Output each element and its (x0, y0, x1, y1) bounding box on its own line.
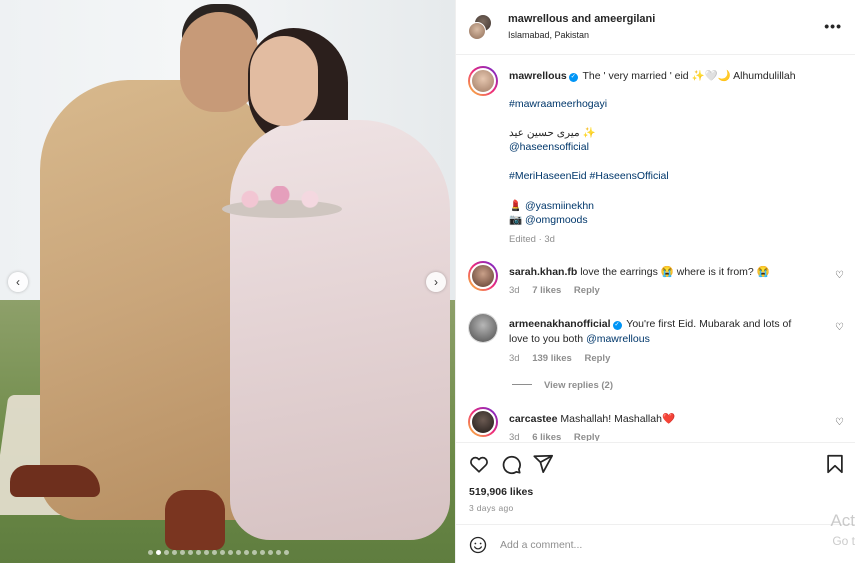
carousel-dot (236, 550, 241, 555)
emoji-icon[interactable] (469, 536, 487, 554)
post-author-title[interactable]: mawrellous and ameergilani (508, 13, 655, 25)
carousel-dot (148, 550, 153, 555)
comment-username[interactable]: armeenakhanofficial (509, 318, 611, 330)
avatar[interactable] (468, 66, 498, 96)
heart-icon[interactable] (468, 453, 490, 475)
caption-credit: 💄 @yasmiinekhn (509, 199, 594, 212)
comment-text: love the earrings 😭 where is it from? 😭 (580, 266, 770, 278)
reply-button[interactable]: Reply (574, 285, 600, 296)
comment-icon[interactable] (500, 453, 522, 475)
view-replies-label: View replies (2) (544, 380, 613, 391)
credit-mention[interactable]: @omgmoods (525, 214, 588, 226)
comment-time: 3d (509, 285, 520, 296)
reply-button[interactable]: Reply (584, 353, 610, 364)
carousel-dot (180, 550, 185, 555)
more-horizontal-icon[interactable]: ••• (824, 18, 842, 34)
camera-icon: 📷 (509, 214, 523, 226)
post-panel: mawrellous and ameergilani Islamabad, Pa… (455, 0, 855, 563)
comment-username[interactable]: sarah.khan.fb (509, 266, 577, 278)
avatar[interactable] (468, 22, 486, 40)
carousel-dot (284, 550, 289, 555)
comment-likes[interactable]: 7 likes (532, 285, 561, 296)
reply-button[interactable]: Reply (574, 432, 600, 441)
heart-icon[interactable]: ♡ (835, 270, 844, 281)
divider (512, 384, 532, 385)
caption-text: The ' very married ' eid ✨🤍🌙 Alhumdulill… (582, 70, 796, 82)
credit-mention[interactable]: @yasmiinekhn (525, 200, 594, 212)
caption-hashtag[interactable]: #mawraameerhogayi (509, 98, 607, 110)
carousel-dot (220, 550, 225, 555)
comment-input[interactable] (500, 535, 800, 555)
comment-text: love to you both (509, 333, 584, 345)
comment-line: carcastee Mashallah! Mashallah❤️ (509, 412, 675, 425)
avatar[interactable] (468, 313, 498, 343)
post-actions (456, 442, 855, 482)
add-comment-bar (456, 524, 855, 563)
send-icon[interactable] (532, 453, 554, 475)
carousel-dot (212, 550, 217, 555)
carousel-dot (204, 550, 209, 555)
carousel-dot (268, 550, 273, 555)
comment-meta: 3d 7 likes Reply (509, 285, 610, 296)
caption-urdu: میری حسین عید ✨ (509, 127, 596, 139)
heart-icon[interactable]: ♡ (835, 417, 844, 428)
comment-username[interactable]: carcastee (509, 413, 557, 425)
carousel-dot (228, 550, 233, 555)
shoe-right (165, 490, 225, 550)
caption-line: mawrellous ✓ The ' very married ' eid ✨🤍🌙… (509, 69, 796, 82)
comment-line: sarah.khan.fb love the earrings 😭 where … (509, 265, 770, 278)
chevron-left-icon[interactable]: ‹ (8, 272, 28, 292)
collab-avatars[interactable] (468, 14, 494, 40)
carousel-dot (260, 550, 265, 555)
caption-hashtags[interactable]: #MeriHaseenEid #HaseensOfficial (509, 170, 669, 182)
post-time: 3 days ago (469, 503, 514, 513)
caption-username[interactable]: mawrellous (509, 70, 567, 82)
comment-time: 3d (509, 353, 520, 364)
carousel-dot (164, 550, 169, 555)
comment-line: armeenakhanofficial ✓ You're first Eid. M… (509, 318, 791, 330)
man-head (180, 12, 258, 112)
carousel-dot (196, 550, 201, 555)
comment-meta: 3d 6 likes Reply (509, 432, 610, 441)
carousel-dot (156, 550, 161, 555)
lipstick-icon: 💄 (509, 200, 523, 212)
woman-figure (230, 120, 450, 540)
shoe-left (10, 465, 100, 497)
heart-icon[interactable]: ♡ (835, 322, 844, 333)
carousel-dot (252, 550, 257, 555)
post-location[interactable]: Islamabad, Pakistan (508, 30, 589, 40)
comment-mention[interactable]: @mawrellous (586, 333, 650, 345)
comment-likes[interactable]: 139 likes (532, 353, 572, 364)
carousel-dot (188, 550, 193, 555)
comment-text: You're first Eid. Mubarak and lots of (626, 318, 792, 330)
comment-meta: 3d 139 likes Reply (509, 353, 620, 364)
avatar[interactable] (468, 261, 498, 291)
caption-credit: 📷 @omgmoods (509, 213, 588, 226)
caption-mention[interactable]: @haseensofficial (509, 141, 589, 153)
activation-watermark-sub: Go t (832, 534, 855, 548)
caption-edited: Edited · 3d (509, 234, 555, 245)
carousel-dots (148, 550, 289, 555)
activation-watermark: Act (830, 511, 855, 530)
avatar[interactable] (468, 407, 498, 437)
post-image[interactable]: ‹ › (0, 0, 455, 563)
comment-text: Mashallah! Mashallah❤️ (560, 413, 676, 425)
comment-likes[interactable]: 6 likes (532, 432, 561, 441)
woman-head (250, 36, 318, 126)
comments-section[interactable]: mawrellous ✓ The ' very married ' eid ✨🤍🌙… (456, 56, 855, 441)
verified-icon: ✓ (568, 73, 578, 82)
chevron-right-icon[interactable]: › (426, 272, 446, 292)
bookmark-icon[interactable] (824, 453, 846, 475)
post-header: mawrellous and ameergilani Islamabad, Pa… (456, 0, 855, 55)
carousel-dot (244, 550, 249, 555)
likes-count[interactable]: 519,906 likes (469, 486, 533, 498)
comment-line: love to you both @mawrellous (509, 333, 650, 345)
flowers (230, 186, 330, 208)
verified-icon: ✓ (612, 321, 622, 330)
view-replies-button[interactable]: View replies (2) (512, 380, 613, 391)
carousel-dot (172, 550, 177, 555)
carousel-dot (276, 550, 281, 555)
comment-time: 3d (509, 432, 520, 441)
